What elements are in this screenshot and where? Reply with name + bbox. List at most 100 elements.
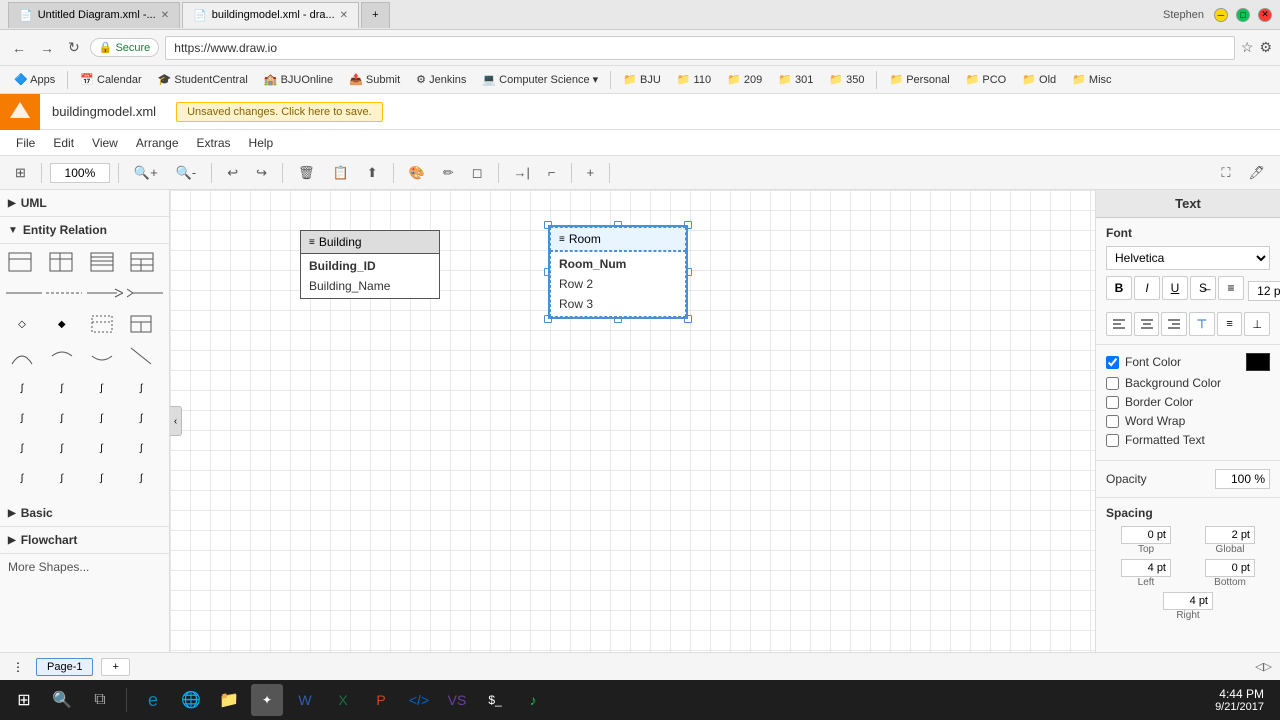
curve-3[interactable] (86, 342, 118, 370)
bookmark-pco[interactable]: 📁 PCO (960, 71, 1013, 88)
menu-view[interactable]: View (84, 133, 126, 153)
conn-2[interactable] (46, 283, 82, 303)
maximize-btn[interactable]: □ (1236, 8, 1250, 22)
font-color-checkbox[interactable] (1106, 356, 1119, 369)
valign-mid-btn[interactable]: ≡ (1217, 312, 1243, 336)
forward-btn[interactable]: → (36, 38, 58, 58)
spacing-right-input[interactable] (1163, 592, 1213, 610)
waypoint-btn[interactable]: ⌐ (541, 161, 563, 184)
refresh-btn[interactable]: ↻ (64, 37, 84, 58)
shape-diamond[interactable]: ◇ (6, 310, 38, 338)
mc-8[interactable]: ∫ (125, 404, 157, 432)
drawio-taskbar-btn[interactable]: ✦ (251, 684, 283, 716)
fullscreen-btn[interactable]: ⛶ (1214, 161, 1237, 185)
page-tab-1[interactable]: Page-1 (36, 658, 93, 676)
bookmark-personal[interactable]: 📁 Personal (883, 71, 955, 88)
border-color-checkbox[interactable] (1106, 396, 1119, 409)
ie-btn[interactable]: e (137, 684, 169, 716)
vs-btn[interactable]: VS (441, 684, 473, 716)
section-entity-relation[interactable]: ▼ Entity Relation (0, 217, 169, 244)
bookmark-bjuonline[interactable]: 🏫 BJUOnline (258, 71, 339, 88)
section-uml[interactable]: ▶ UML (0, 190, 169, 217)
diagram-toggle-btn[interactable]: ⊞ (8, 161, 33, 185)
menu-file[interactable]: File (8, 133, 43, 153)
undo-btn[interactable]: ↩ (220, 161, 245, 185)
mc-2[interactable]: ∫ (46, 374, 78, 402)
mc-6[interactable]: ∫ (46, 404, 78, 432)
bookmark-209[interactable]: 📁 209 (721, 71, 768, 88)
spacing-bottom-input[interactable] (1205, 559, 1255, 577)
conn-3[interactable] (87, 283, 123, 303)
formatted-text-checkbox[interactable] (1106, 434, 1119, 447)
curve-2[interactable] (46, 342, 78, 370)
bookmark-star-icon[interactable]: ☆ (1241, 39, 1254, 56)
bookmark-bju[interactable]: 📁 BJU (617, 71, 667, 88)
mc-15[interactable]: ∫ (86, 464, 118, 492)
zoom-in-btn[interactable]: 🔍+ (127, 161, 165, 185)
bold-btn[interactable]: B (1106, 276, 1132, 300)
zoom-level[interactable]: 100% (50, 163, 110, 183)
copy-btn[interactable]: 📋 (326, 161, 356, 185)
bookmark-submit[interactable]: 📤 Submit (343, 71, 406, 88)
font-size-input[interactable] (1248, 281, 1280, 301)
spacing-left-input[interactable] (1121, 559, 1171, 577)
unsaved-notice[interactable]: Unsaved changes. Click here to save. (176, 102, 383, 122)
bookmark-calendar[interactable]: 📅 Calendar (74, 71, 147, 88)
task-view-btn[interactable]: ⧉ (84, 684, 116, 716)
url-bar[interactable]: https://www.draw.io (165, 36, 1235, 60)
insert-btn[interactable]: + (580, 161, 602, 184)
word-btn[interactable]: W (289, 684, 321, 716)
bookmark-jenkins[interactable]: ⚙ Jenkins (410, 71, 472, 88)
font-select[interactable]: Helvetica (1106, 246, 1270, 270)
tab-close-building[interactable]: ✕ (340, 10, 348, 21)
format-btn[interactable]: 🖊 (1241, 161, 1272, 185)
chrome-btn[interactable]: 🌐 (175, 684, 207, 716)
bookmark-misc[interactable]: 📁 Misc (1066, 71, 1117, 88)
tab-untitled[interactable]: 📄 Untitled Diagram.xml -... ✕ (8, 2, 180, 28)
menu-help[interactable]: Help (241, 133, 282, 153)
mc-16[interactable]: ∫ (125, 464, 157, 492)
mc-11[interactable]: ∫ (86, 434, 118, 462)
building-table[interactable]: ≡ Building Building_ID Building_Name (300, 230, 440, 299)
ppt-btn[interactable]: P (365, 684, 397, 716)
more-shapes-btn[interactable]: More Shapes... (0, 554, 169, 580)
align-right-btn[interactable] (1161, 312, 1187, 336)
zoom-out-btn[interactable]: 🔍- (169, 161, 204, 185)
to-front-btn[interactable]: ⬆ (360, 161, 385, 185)
bg-color-checkbox[interactable] (1106, 377, 1119, 390)
valign-top-btn[interactable]: ⊤ (1189, 312, 1215, 336)
shape-table-4[interactable] (126, 248, 158, 276)
explorer-btn[interactable]: 📁 (213, 684, 245, 716)
mc-12[interactable]: ∫ (125, 434, 157, 462)
music-btn[interactable]: ♪ (517, 684, 549, 716)
bookmark-301[interactable]: 📁 301 (772, 71, 819, 88)
fill-btn[interactable]: 🎨 (402, 161, 432, 185)
back-btn[interactable]: ← (8, 38, 30, 58)
mc-3[interactable]: ∫ (86, 374, 118, 402)
delete-btn[interactable]: 🗑 (291, 161, 322, 185)
subscript-btn[interactable]: ≡ (1218, 276, 1244, 300)
terminal-btn[interactable]: $_ (479, 684, 511, 716)
bookmark-apps[interactable]: 🔷 Apps (8, 71, 61, 88)
canvas[interactable]: ≡ Building Building_ID Building_Name ≡ (170, 190, 1095, 652)
page-menu-btn[interactable]: ⋮ (8, 660, 28, 674)
excel-btn[interactable]: X (327, 684, 359, 716)
spacing-top-input[interactable] (1121, 526, 1171, 544)
menu-extras[interactable]: Extras (189, 133, 239, 153)
minimize-btn[interactable]: ─ (1214, 8, 1228, 22)
shape-table-3[interactable] (86, 248, 118, 276)
menu-arrange[interactable]: Arrange (128, 133, 187, 153)
code-btn[interactable]: </> (403, 684, 435, 716)
room-table[interactable]: ≡ Room Room_Num Row 2 Row 3 (548, 225, 688, 319)
search-btn[interactable]: 🔍 (46, 684, 78, 716)
section-flowchart[interactable]: ▶ Flowchart (0, 527, 169, 554)
tab-new[interactable]: + (361, 2, 389, 28)
close-btn[interactable]: ✕ (1258, 8, 1272, 22)
strikethrough-btn[interactable]: S̶ (1190, 276, 1216, 300)
bookmark-350[interactable]: 📁 350 (823, 71, 870, 88)
shape-table[interactable] (4, 248, 36, 276)
bookmark-studentcentral[interactable]: 🎓 StudentCentral (152, 71, 254, 88)
font-color-swatch[interactable] (1246, 353, 1270, 371)
mc-9[interactable]: ∫ (6, 434, 38, 462)
extensions-icon[interactable]: ⚙ (1259, 39, 1272, 56)
